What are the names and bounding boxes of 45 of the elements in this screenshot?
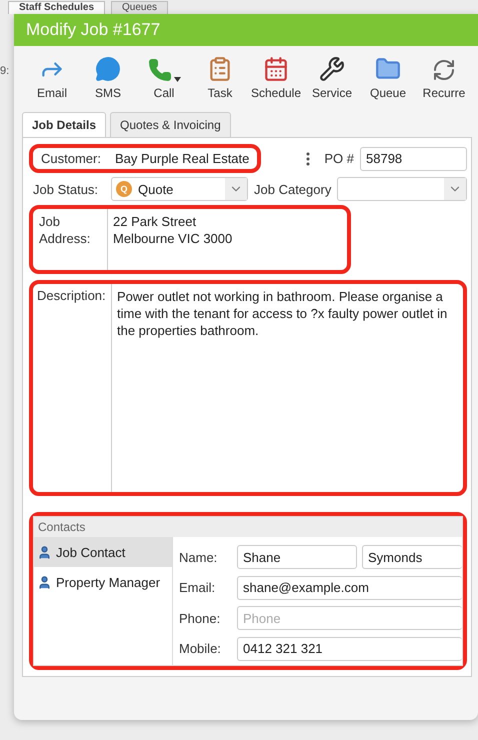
last-name-field[interactable]: Symonds bbox=[362, 545, 462, 570]
tab[interactable]: Job Details bbox=[22, 112, 106, 138]
calendar-icon bbox=[263, 56, 289, 82]
po-field[interactable]: 58798 bbox=[360, 146, 467, 170]
address-field[interactable]: 22 Park Street Melbourne VIC 3000 bbox=[107, 209, 347, 270]
toolbar-button[interactable]: Task bbox=[192, 54, 248, 106]
job-category-label: Job Category bbox=[254, 182, 332, 196]
job-status-label: Job Status: bbox=[33, 182, 100, 196]
description-field[interactable]: Power outlet not working in bathroom. Please organise a time with the tenant for access to ?x faulty power outlet in the properties bathroom. bbox=[111, 284, 463, 492]
field-label: Email: bbox=[179, 580, 216, 596]
input-field[interactable]: 0412 321 321 bbox=[237, 636, 462, 661]
background-tab[interactable]: Queues bbox=[111, 1, 168, 14]
wrench-icon bbox=[319, 56, 345, 82]
contact-item[interactable]: Job Contact bbox=[34, 537, 172, 567]
caret-icon bbox=[174, 77, 180, 82]
refresh-icon bbox=[432, 58, 456, 82]
customer-value: Bay Purple Real Estate bbox=[114, 151, 250, 166]
background-tab[interactable]: Staff Schedules bbox=[8, 1, 106, 14]
folder-icon bbox=[375, 56, 401, 82]
customer-label: Customer: bbox=[41, 151, 101, 166]
person-icon bbox=[37, 574, 52, 590]
po-label: PO # bbox=[324, 151, 354, 166]
background-text: 9: bbox=[0, 65, 10, 77]
tab[interactable]: Quotes & Invoicing bbox=[110, 112, 231, 138]
toolbar-button[interactable]: Queue bbox=[360, 54, 416, 106]
address-label: Address: bbox=[39, 230, 92, 247]
toolbar-button[interactable]: SMS bbox=[80, 54, 136, 106]
first-name-field[interactable]: Shane bbox=[237, 545, 357, 570]
field-label: Phone: bbox=[179, 610, 222, 626]
person-icon bbox=[37, 544, 52, 560]
toolbar-button[interactable]: Recurre bbox=[416, 54, 472, 106]
toolbar-button[interactable]: Email bbox=[24, 54, 80, 106]
field-label: Name: bbox=[179, 550, 218, 565]
toolbar-button[interactable]: Service bbox=[304, 54, 360, 106]
window-title: Modify Job #1677 bbox=[14, 14, 478, 46]
input-field[interactable]: shane@example.com bbox=[237, 576, 462, 600]
address-label: Job bbox=[39, 213, 61, 230]
more-icon[interactable] bbox=[306, 152, 310, 166]
description-label: Description: bbox=[37, 288, 106, 304]
toolbar-button[interactable]: Schedule bbox=[248, 54, 304, 106]
job-status-select[interactable]: Q Quote bbox=[111, 177, 248, 201]
contacts-header: Contacts bbox=[34, 517, 462, 537]
toolbar-button[interactable]: Call bbox=[136, 54, 192, 106]
phone-icon bbox=[148, 58, 172, 82]
field-label: Mobile: bbox=[179, 641, 222, 656]
